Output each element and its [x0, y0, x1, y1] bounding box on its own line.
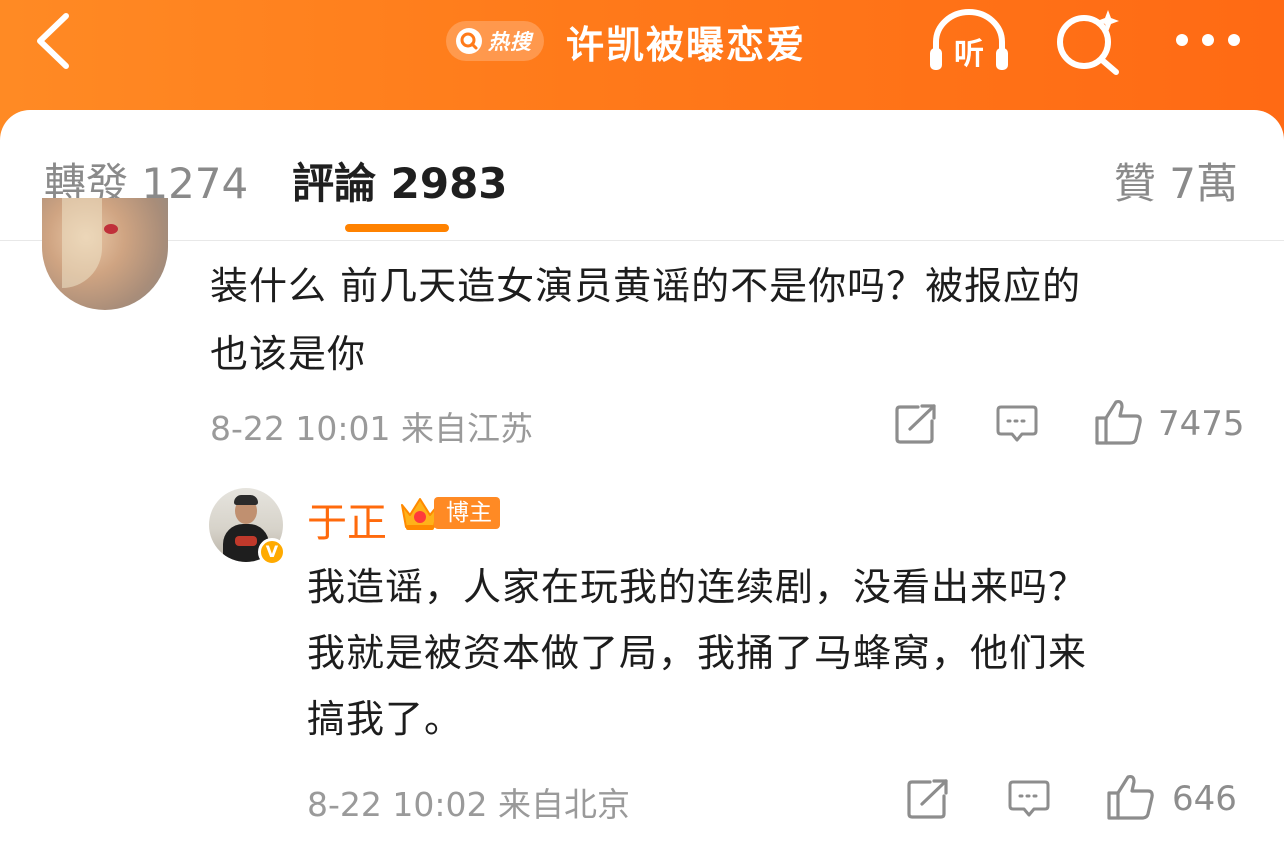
badge-label: 博主	[434, 497, 500, 529]
magnifier-sparkle-icon[interactable]	[1052, 6, 1124, 76]
comment-text: 装什么 前几天造女演员黄谣的不是你吗？被报应的 也该是你	[210, 252, 1220, 388]
comment-text: 我造谣，人家在玩我的连续剧，没看出来吗？ 我就是被资本做了局，我捅了马蜂窝，他们…	[307, 554, 1227, 752]
more-dots-icon[interactable]	[1172, 22, 1244, 58]
comment-line: 我就是被资本做了局，我捅了马蜂窝，他们来	[307, 631, 1088, 675]
repost-icon[interactable]	[906, 778, 950, 820]
verified-icon: V	[258, 538, 286, 566]
search-icon	[456, 28, 482, 54]
thumbs-up-icon[interactable]	[1094, 398, 1144, 446]
user-name[interactable]: 于正	[307, 490, 387, 548]
repost-icon[interactable]	[894, 403, 938, 445]
comment-line: 我造谣，人家在玩我的连续剧，没看出来吗？	[307, 565, 1088, 609]
author-badge: 博主	[398, 494, 500, 532]
comment-meta: 8-22 10:01 来自江苏	[210, 409, 533, 448]
listen-label: 听	[954, 37, 984, 72]
topic-title: 许凯被曝恋爱	[566, 22, 807, 67]
topic-header: 热搜 许凯被曝恋爱	[446, 14, 806, 68]
hot-search-pill[interactable]: 热搜	[446, 21, 544, 61]
tab-bar: 轉發 1274 評論 2983 贊 7萬	[0, 110, 1284, 241]
hot-search-label: 热搜	[488, 30, 532, 54]
comment-line: 装什么 前几天造女演员黄谣的不是你吗？被报应的	[210, 264, 1082, 308]
comment-line: 也该是你	[210, 332, 367, 376]
headphones-icon[interactable]: 听	[928, 8, 1010, 74]
tab-like[interactable]: 贊 7萬	[1114, 150, 1238, 211]
comment-icon[interactable]	[996, 404, 1038, 444]
comment-meta: 8-22 10:02 来自北京	[307, 785, 630, 824]
like-count: 7475	[1158, 404, 1245, 444]
thumbs-up-icon[interactable]	[1106, 773, 1156, 821]
comment-icon[interactable]	[1008, 779, 1050, 819]
back-arrow-icon[interactable]	[30, 10, 80, 72]
tab-comment[interactable]: 評論 2983	[292, 150, 508, 211]
active-tab-indicator	[345, 224, 449, 232]
like-count: 646	[1172, 779, 1237, 819]
comment-line: 搞我了。	[307, 697, 464, 741]
